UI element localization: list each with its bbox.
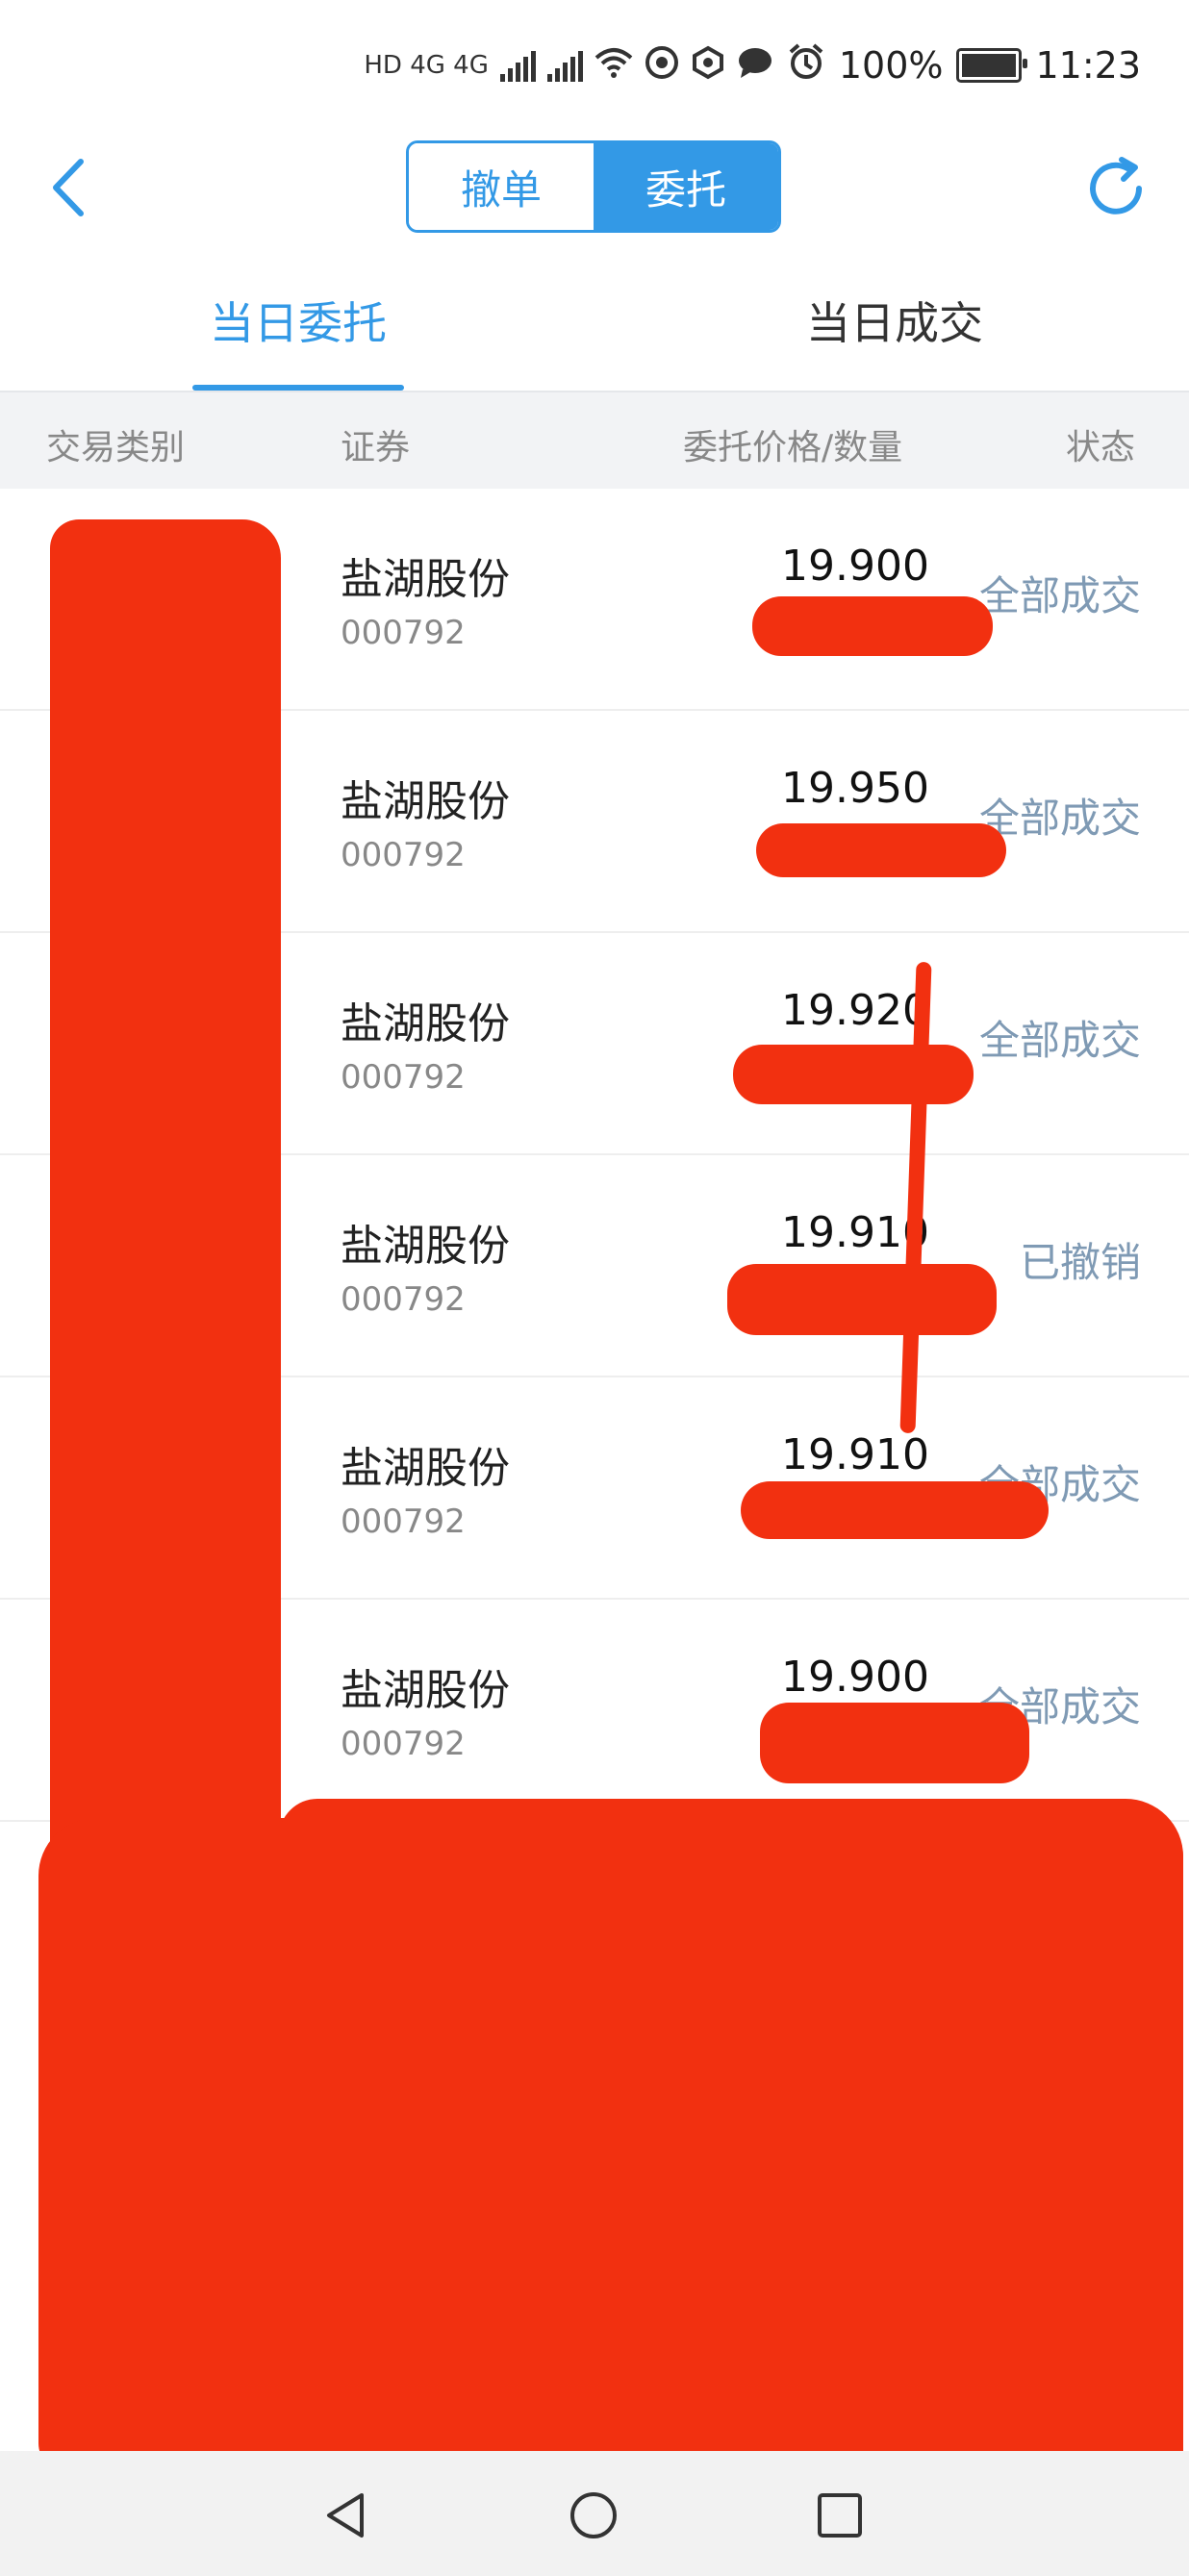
message-icon [737,46,773,86]
redaction-mark [752,596,993,656]
security-code: 000792 [341,1058,466,1097]
order-price: 19.900 [781,542,929,591]
order-price: 19.910 [781,1430,929,1479]
signal-icon [499,49,536,82]
status-bar: HD 4G 4G 100% 11:23 [0,0,1189,125]
status-icons: HD 4G 4G [364,45,772,87]
security-name: 盐湖股份 [341,999,510,1048]
security-code: 000792 [341,614,466,652]
security-code: 000792 [341,836,466,874]
clock: 11:23 [1035,44,1141,87]
security-name: 盐湖股份 [341,1222,510,1271]
order-status: 全部成交 [978,1017,1141,1064]
redaction-mark [279,1799,1183,1895]
cancel-order-segment[interactable]: 撤单 [409,143,594,230]
redaction-mark [733,1045,974,1104]
battery-percent: 100% [838,44,944,87]
tab-bar: 当日委托 当日成交 [0,250,1189,392]
column-status: 状态 [1066,428,1136,467]
security-name: 盐湖股份 [341,555,510,604]
security-name: 盐湖股份 [341,1666,510,1715]
order-price: 19.900 [781,1653,929,1702]
column-type: 交易类别 [46,428,186,467]
security-code: 000792 [341,1725,466,1763]
column-price-qty: 委托价格/数量 [683,428,903,467]
wifi-icon [594,46,633,86]
order-price: 19.920 [781,986,929,1035]
order-segment[interactable]: 委托 [594,143,778,230]
security-name: 盐湖股份 [341,777,510,826]
security-name: 盐湖股份 [341,1444,510,1493]
security-code: 000792 [341,1503,466,1541]
redaction-mark [756,823,1006,877]
redaction-mark [760,1703,1029,1783]
app-notification-icon-2 [691,45,725,87]
redaction-mark [741,1481,1049,1539]
redaction-mark [50,519,281,1866]
order-status: 全部成交 [978,795,1141,842]
network-labels: HD 4G 4G [364,51,489,80]
nav-back-button[interactable] [319,2489,371,2541]
triangle-back-icon [327,2493,364,2538]
nav-bar: 撤单 委托 [0,125,1189,250]
mode-segmented-control: 撤单 委托 [406,140,781,233]
app-notification-icon [645,45,679,87]
order-price: 19.950 [781,764,929,813]
square-recents-icon [818,2493,862,2538]
signal-icon-2 [546,49,583,82]
redaction-mark [38,1818,1183,2472]
system-nav-bar [0,2451,1189,2576]
redaction-mark [727,1264,997,1335]
nav-home-button[interactable] [568,2489,620,2541]
circle-home-icon [570,2492,617,2538]
order-status: 全部成交 [978,572,1141,619]
nav-recents-button[interactable] [814,2489,866,2541]
refresh-button[interactable] [1079,152,1152,225]
security-code: 000792 [341,1280,466,1319]
back-button[interactable] [38,154,106,221]
status-bar-right: HD 4G 4G 100% 11:23 [364,37,1141,94]
refresh-icon [1090,157,1142,215]
alarm-icon [787,42,825,89]
tab-today-orders[interactable]: 当日委托 [173,250,423,391]
tab-today-deals[interactable]: 当日成交 [770,250,1020,391]
column-security: 证券 [341,428,411,467]
chevron-left-icon [53,159,84,216]
order-status: 已撤销 [1019,1239,1141,1286]
column-header: 交易类别 证券 委托价格/数量 状态 [0,392,1189,489]
battery-icon [956,48,1028,83]
